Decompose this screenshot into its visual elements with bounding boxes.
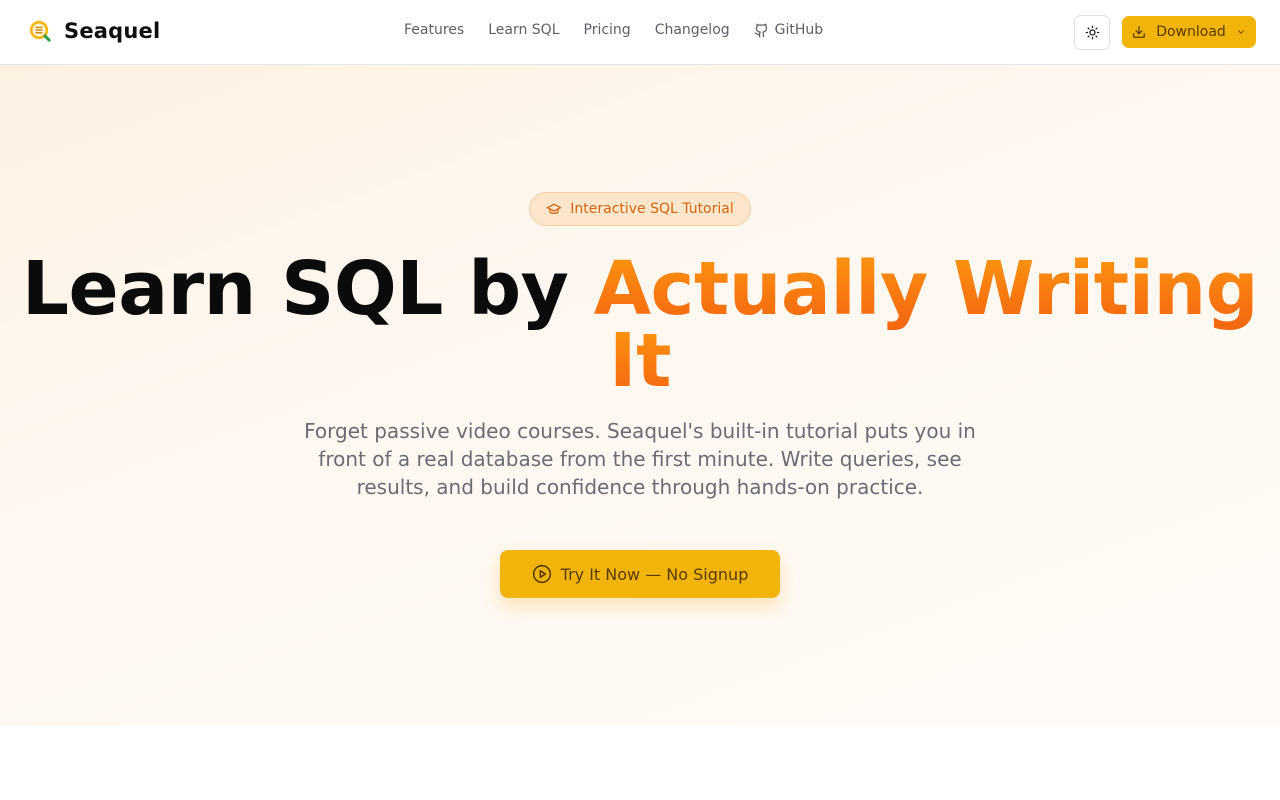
nav-link-pricing[interactable]: Pricing bbox=[584, 22, 631, 38]
badge-label: Interactive SQL Tutorial bbox=[570, 201, 734, 217]
try-it-now-button[interactable]: Try It Now — No Signup bbox=[500, 550, 780, 598]
main-nav: Features Learn SQL Pricing Changelog Git… bbox=[404, 22, 823, 38]
nav-link-changelog[interactable]: Changelog bbox=[655, 22, 730, 38]
tutorial-badge: Interactive SQL Tutorial bbox=[529, 192, 751, 226]
cta-label: Try It Now — No Signup bbox=[560, 564, 749, 584]
nav-link-learn-sql[interactable]: Learn SQL bbox=[488, 22, 559, 38]
nav-link-github[interactable]: GitHub bbox=[754, 22, 824, 38]
site-header: Seaquel Features Learn SQL Pricing Chang… bbox=[0, 0, 1280, 65]
download-icon bbox=[1133, 26, 1146, 38]
nav-label: Pricing bbox=[583, 22, 631, 38]
sun-icon bbox=[1085, 25, 1099, 40]
download-label: Download bbox=[1156, 24, 1226, 40]
brand-home-link[interactable]: Seaquel bbox=[28, 19, 160, 43]
brand-name: Seaquel bbox=[64, 19, 161, 43]
headline-text: Learn SQL by bbox=[21, 246, 594, 332]
nav-label: Features bbox=[404, 22, 465, 38]
nav-label: Learn SQL bbox=[488, 22, 560, 38]
headline-accent-text: Actually Writing It bbox=[593, 246, 1259, 404]
github-icon bbox=[754, 23, 767, 37]
graduation-cap-icon bbox=[546, 203, 562, 214]
download-button[interactable]: Download bbox=[1122, 16, 1256, 48]
nav-link-features[interactable]: Features bbox=[404, 22, 464, 38]
hero-subtitle: Forget passive video courses. Seaquel's … bbox=[304, 419, 976, 499]
hero-section: Interactive SQL Tutorial Learn SQL by Ac… bbox=[0, 65, 1280, 726]
theme-toggle-button[interactable] bbox=[1074, 15, 1110, 50]
nav-label: GitHub bbox=[774, 22, 824, 38]
play-circle-icon bbox=[532, 564, 551, 584]
hero-headline: Learn SQL by Actually Writing It bbox=[0, 252, 1280, 398]
nav-label: Changelog bbox=[654, 22, 730, 38]
seaquel-logo-icon bbox=[29, 20, 51, 42]
chevron-down-icon bbox=[1237, 30, 1244, 34]
